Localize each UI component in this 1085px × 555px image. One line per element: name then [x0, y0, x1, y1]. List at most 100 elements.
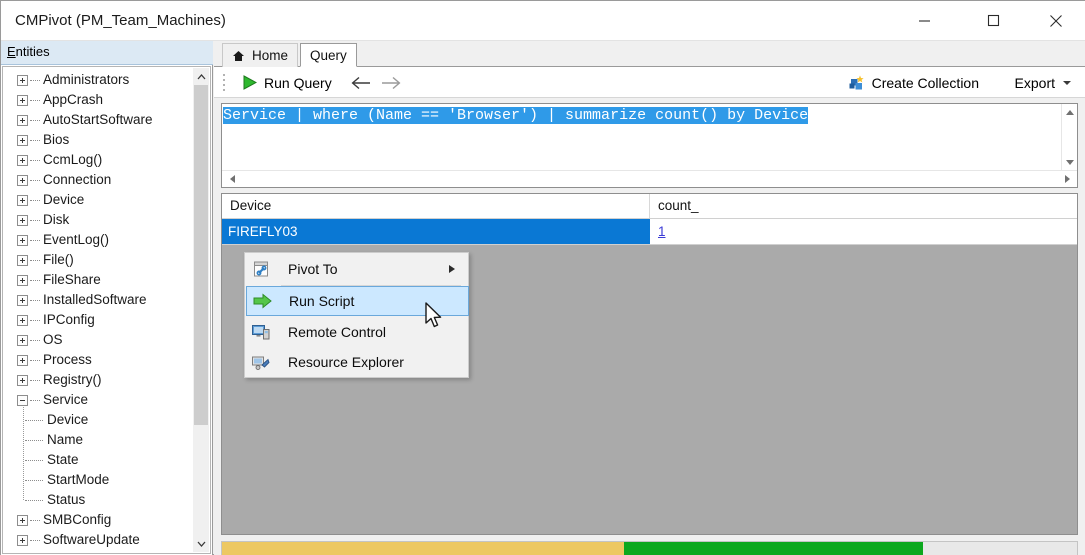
tree-connector [30, 399, 40, 401]
tree-item-fileshare[interactable]: FileShare [3, 270, 193, 290]
tree-item-device[interactable]: Device [3, 190, 193, 210]
collapse-icon[interactable] [17, 394, 28, 406]
export-button[interactable]: Export [1015, 71, 1071, 94]
expand-icon[interactable] [17, 314, 28, 326]
tree-connector [30, 299, 40, 301]
tree-item-os[interactable]: OS [3, 330, 193, 350]
close-icon [1050, 14, 1062, 27]
entities-scrollbar[interactable] [193, 68, 209, 552]
tree-item-label: File() [43, 252, 74, 267]
count-link[interactable]: 1 [658, 224, 666, 239]
chevron-down-icon [1066, 159, 1074, 165]
entities-header-rest: ntities [15, 44, 50, 59]
forward-button[interactable] [378, 71, 404, 94]
tab-home[interactable]: Home [222, 43, 299, 67]
tree-item-name[interactable]: Name [3, 430, 193, 450]
query-editor[interactable]: Service | where (Name == 'Browser') | su… [221, 103, 1078, 188]
arrow-left-icon [351, 76, 370, 89]
query-editor-text[interactable]: Service | where (Name == 'Browser') | su… [223, 105, 1060, 129]
tree-item-label: AppCrash [43, 92, 104, 107]
column-header-device[interactable]: Device [222, 194, 650, 218]
play-icon [242, 75, 257, 90]
minimize-button[interactable] [901, 1, 947, 40]
editor-scroll-right-arrow[interactable] [1059, 171, 1075, 187]
expand-icon[interactable] [17, 114, 28, 126]
menu-item-label: Run Script [289, 293, 355, 309]
expand-icon[interactable] [17, 74, 28, 86]
tree-connector [30, 539, 40, 541]
scroll-down-arrow[interactable] [193, 535, 209, 552]
expand-icon[interactable] [17, 374, 28, 386]
tree-item-label: IPConfig [43, 312, 95, 327]
tree-item-eventlog[interactable]: EventLog() [3, 230, 193, 250]
editor-scroll-left-arrow[interactable] [224, 171, 240, 187]
expand-icon[interactable] [17, 94, 28, 106]
entities-panel: Entities Administrators AppCrash AutoStart… [1, 41, 213, 555]
column-header-count[interactable]: count_ [650, 194, 1077, 218]
tree-item-smbconfig[interactable]: SMBConfig [3, 510, 193, 530]
title-bar: CMPivot (PM_Team_Machines) [1, 1, 1085, 41]
tree-item-registry[interactable]: Registry() [3, 370, 193, 390]
tree-item-appcrash[interactable]: AppCrash [3, 90, 193, 110]
expand-icon[interactable] [17, 334, 28, 346]
expand-icon[interactable] [17, 514, 28, 526]
tree-item-label: Device [43, 192, 85, 207]
expand-icon[interactable] [17, 294, 28, 306]
editor-horizontal-scrollbar[interactable] [222, 170, 1077, 187]
progress-bar [221, 541, 1078, 555]
expand-icon[interactable] [17, 174, 28, 186]
tree-item-autostartsoftware[interactable]: AutoStartSoftware [3, 110, 193, 130]
chevron-right-icon [1064, 175, 1070, 183]
run-query-button[interactable]: Run Query [236, 70, 338, 95]
menu-item-pivot-to[interactable]: Pivot To [246, 254, 469, 284]
tree-item-installedsoftware[interactable]: InstalledSoftware [3, 290, 193, 310]
expand-icon[interactable] [17, 134, 28, 146]
context-menu[interactable]: Pivot To Run Script Remote Control Resou… [244, 252, 469, 378]
tree-item-service[interactable]: Service [3, 390, 193, 410]
expand-icon[interactable] [17, 194, 28, 206]
close-button[interactable] [1033, 1, 1079, 40]
toolbar-grip[interactable] [223, 74, 226, 91]
scroll-up-arrow[interactable] [193, 68, 209, 85]
tree-connector [25, 499, 43, 501]
expand-icon[interactable] [17, 214, 28, 226]
home-icon [232, 50, 245, 62]
menu-item-run-script[interactable]: Run Script [246, 286, 469, 316]
create-collection-label: Create Collection [871, 74, 979, 91]
tab-query[interactable]: Query [300, 43, 357, 67]
scroll-thumb[interactable] [194, 85, 208, 425]
expand-icon[interactable] [17, 234, 28, 246]
tree-item-softwareupdate[interactable]: SoftwareUpdate [3, 530, 193, 550]
tree-item-ipconfig[interactable]: IPConfig [3, 310, 193, 330]
menu-item-resource-explorer[interactable]: Resource Explorer [246, 347, 469, 377]
tree-item-process[interactable]: Process [3, 350, 193, 370]
menu-item-remote-control[interactable]: Remote Control [246, 317, 469, 347]
editor-scroll-down-arrow[interactable] [1062, 154, 1078, 170]
tree-item-bios[interactable]: Bios [3, 130, 193, 150]
tree-item-administrators[interactable]: Administrators [3, 70, 193, 90]
query-text-selection: Service | where (Name == 'Browser') | su… [223, 107, 809, 124]
expand-icon[interactable] [17, 254, 28, 266]
tree-item-disk[interactable]: Disk [3, 210, 193, 230]
tree-item-status[interactable]: Status [3, 490, 193, 510]
editor-vertical-scrollbar[interactable] [1061, 104, 1077, 170]
editor-scroll-up-arrow[interactable] [1062, 104, 1078, 120]
back-button[interactable] [348, 71, 374, 94]
maximize-button[interactable] [970, 1, 1016, 40]
expand-icon[interactable] [17, 274, 28, 286]
expand-icon[interactable] [17, 354, 28, 366]
tree-connector [30, 139, 40, 141]
tree-item-file[interactable]: File() [3, 250, 193, 270]
tree-item-device[interactable]: Device [3, 410, 193, 430]
cell-device[interactable]: FIREFLY03 [222, 219, 650, 244]
entities-tree-scroll[interactable]: Administrators AppCrash AutoStartSoftware B… [2, 66, 211, 554]
create-collection-button[interactable]: Create Collection [848, 71, 979, 94]
tree-item-connection[interactable]: Connection [3, 170, 193, 190]
tree-item-ccmlog[interactable]: CcmLog() [3, 150, 193, 170]
tree-connector [30, 159, 40, 161]
expand-icon[interactable] [17, 154, 28, 166]
tree-item-state[interactable]: State [3, 450, 193, 470]
expand-icon[interactable] [17, 534, 28, 546]
tree-item-startmode[interactable]: StartMode [3, 470, 193, 490]
table-row[interactable]: FIREFLY03 1 [222, 219, 1077, 245]
